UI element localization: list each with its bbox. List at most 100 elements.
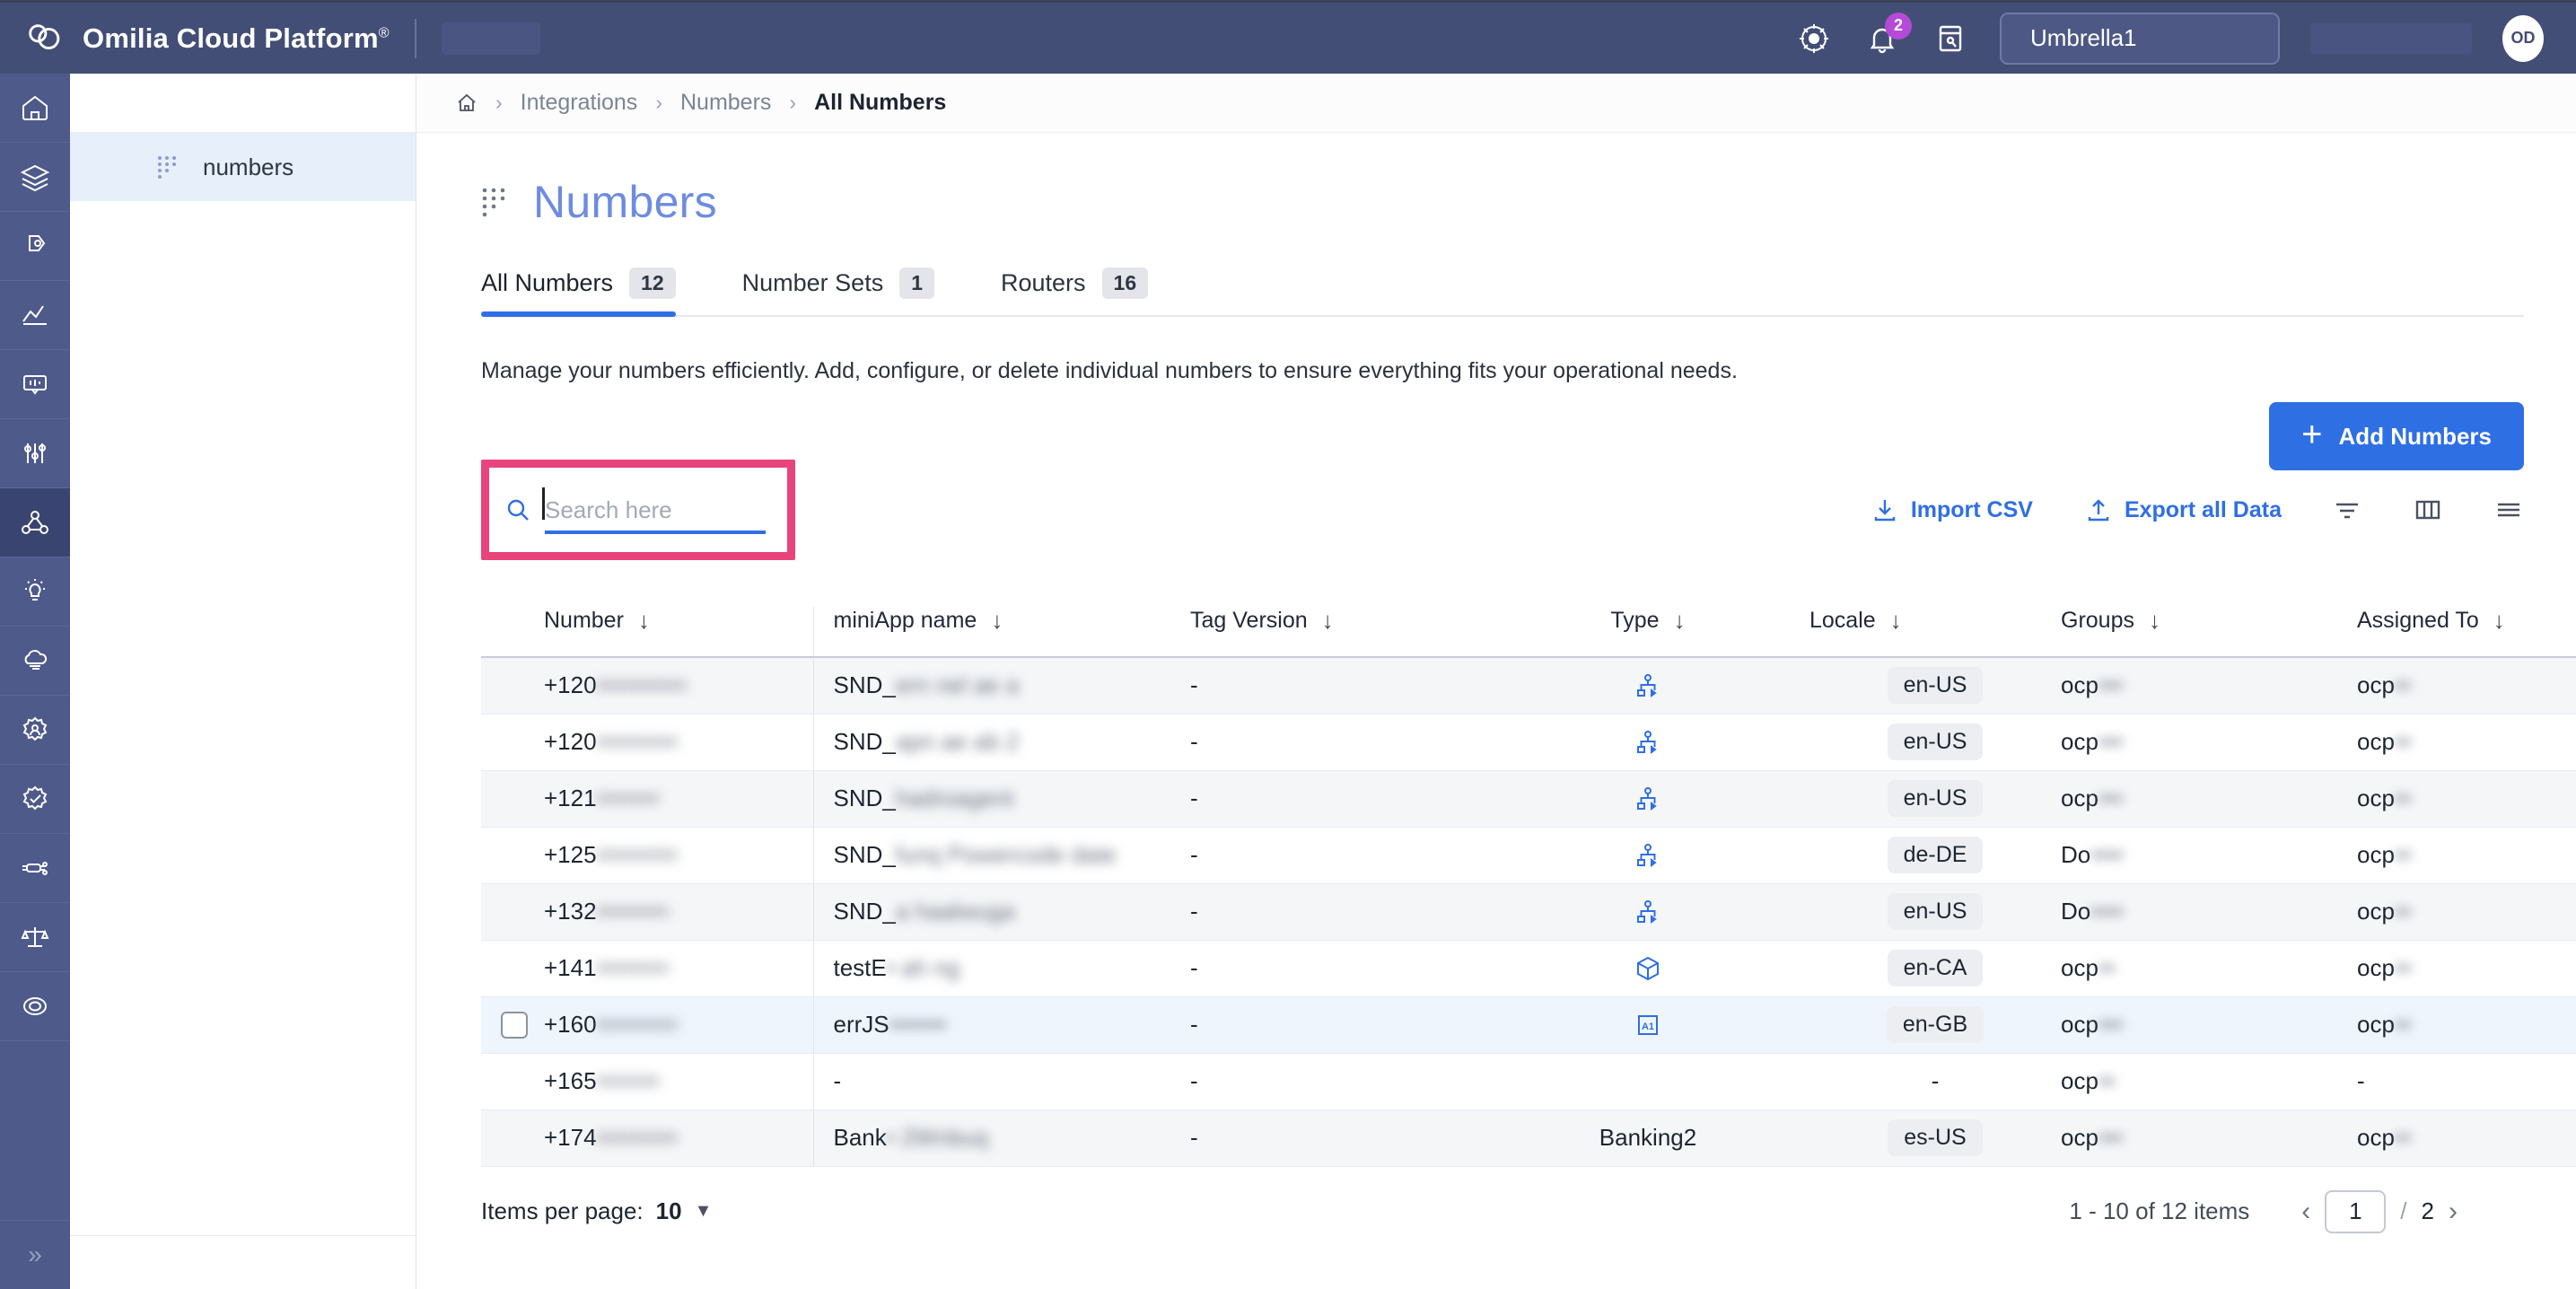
row-select-cell[interactable] [481,827,544,884]
sidebar-item-conversations[interactable] [0,350,70,419]
tab-number-sets[interactable]: Number Sets 1 [742,267,965,317]
numbers-table-container: Number ↓ miniApp name ↓ Tag Version ↓ Type ↓… [481,607,2576,1167]
sidebar-item-support[interactable] [0,972,70,1041]
miniapp-value: SND_ [833,728,896,755]
subnav-header-spacer [70,74,416,133]
sidebar-item-insights[interactable] [0,557,70,627]
row-select-cell[interactable] [481,883,544,941]
menu-icon[interactable] [2493,495,2524,525]
previous-page-button[interactable]: ‹ [2287,1197,2325,1227]
upload-icon [2085,496,2112,523]
table-row[interactable]: +160••••••••• errJS••••••• - A1 en-GB ocp••• o… [481,996,2576,1054]
table-row[interactable]: +120••••••••• SND_apn ae ab 2- en-US ocp•••… [481,714,2576,771]
brand-logo-group[interactable]: Omilia Cloud Platform® [23,18,390,59]
sidebar-item-cloud[interactable] [0,627,70,696]
row-select-cell[interactable] [481,996,544,1054]
table-row[interactable]: +132•••••••• SND_a haalwuga - en-US Do•••• oc… [481,883,2576,941]
row-select-cell[interactable] [481,770,544,828]
breadcrumb-item-integrations[interactable]: Integrations [521,90,638,116]
cell-number: +120•••••••••• [544,657,813,715]
cell-groups: Do•••• [2061,827,2357,884]
sidebar-item-layers[interactable] [0,143,70,212]
sidebar-item-compliance[interactable] [0,903,70,972]
items-per-page-selector[interactable]: Items per page: 10 ▼ [481,1197,712,1225]
breadcrumb-item-numbers[interactable]: Numbers [680,90,771,116]
search-input[interactable] [545,495,771,524]
row-checkbox[interactable] [501,1011,528,1039]
number-value: +120 [544,728,597,755]
tab-routers[interactable]: Routers 16 [1001,267,1178,317]
breadcrumb-home-icon[interactable] [456,92,478,114]
notification-bell-icon[interactable]: 2 [1863,12,1912,57]
sidebar-item-tuning[interactable] [0,419,70,488]
locale-value: - [1931,1067,1940,1094]
cell-assigned-to: ocp•• [2357,770,2576,828]
search-box[interactable] [489,468,787,552]
column-assigned-to[interactable]: Assigned To ↓ [2357,607,2576,658]
group-value-redacted: ••• [2098,1124,2124,1151]
export-all-data-button[interactable]: Export all Data [2085,496,2282,523]
miniapp-value: SND_ [833,671,896,699]
column-number[interactable]: Number ↓ [544,607,813,658]
cell-number: +121••••••• [544,770,813,828]
cell-type [1486,657,1809,715]
sidebar-item-home[interactable] [0,74,70,143]
lifebuoy-support-icon [20,991,50,1022]
column-tag-version[interactable]: Tag Version ↓ [1190,607,1486,658]
cell-miniapp-name: - [812,1053,1190,1110]
help-icon[interactable] [1795,20,1833,57]
sidebar-item-automation[interactable] [0,834,70,903]
avatar-initials: OD [2510,29,2536,47]
column-miniapp-name[interactable]: miniApp name ↓ [812,607,1190,658]
assigned-value-redacted: •• [2394,671,2412,699]
cell-tag-version: - [1190,1053,1486,1110]
next-page-button[interactable]: › [2434,1197,2472,1227]
row-select-cell[interactable] [481,1053,544,1110]
tab-label: Routers [1001,269,1086,296]
assigned-value: ocp [2357,728,2395,755]
current-page-input[interactable]: 1 [2325,1189,2387,1233]
row-select-cell[interactable] [481,1109,544,1167]
table-row[interactable]: +174••••••••• Bank• 2Wnbuq - Banking2 es-US o… [481,1109,2576,1167]
cell-miniapp-name: SND_apn ae ab 2 [812,714,1190,771]
column-type[interactable]: Type ↓ [1486,607,1809,658]
column-groups[interactable]: Groups ↓ [2061,607,2357,658]
text-caret [542,487,545,520]
pagination-range: 1 - 10 of 12 items [2069,1197,2250,1224]
number-value-redacted: •••••••• [596,954,670,981]
row-select-cell[interactable] [481,714,544,771]
cell-locale: de-DE [1809,827,2061,884]
sidebar-item-analytics[interactable] [0,281,70,350]
row-select-cell[interactable] [481,940,544,997]
user-avatar[interactable]: OD [2502,14,2544,62]
columns-icon[interactable] [2413,495,2443,525]
number-value-redacted: ••••••• [596,1067,661,1094]
main-content-area: › Integrations › Numbers › All Numbers N… [416,74,2576,1289]
number-value-redacted: ••••••••• [596,728,679,755]
tenant-selector[interactable]: Umbrella1 [2000,12,2280,65]
items-per-page-label: Items per page: [481,1197,644,1224]
number-value-redacted: ••••••• [596,785,661,811]
tab-count-badge: 1 [899,267,934,299]
row-select-cell[interactable] [481,657,544,715]
table-row[interactable]: +121••••••• SND_hadroagent - en-US ocp••• ocp… [481,770,2576,828]
notes-icon[interactable] [1932,20,1969,57]
filter-icon[interactable] [2332,495,2362,525]
table-row[interactable]: +165••••••• - - - ocp•• - [481,1053,2576,1110]
sidebar-item-integrations[interactable] [0,488,70,557]
sidebar-item-identity[interactable] [0,696,70,765]
sidebar-item-voice-tag[interactable] [0,212,70,281]
sitemap-icon [1486,672,1809,699]
rail-expand-button[interactable]: » [0,1221,70,1289]
cell-assigned-to: - [2357,1053,2576,1110]
table-row[interactable]: +120•••••••••• SND_ern nel ae a - en-US ocp•… [481,657,2576,715]
import-csv-button[interactable]: Import CSV [1871,496,2033,523]
table-row[interactable]: +141•••••••• testE• ah ng - en-CA ocp•• ocp•• [481,940,2576,997]
miniapp-value-redacted: hadroagent [895,785,1014,811]
miniapp-value: SND_ [833,841,896,868]
table-row[interactable]: +125••••••••• SND_funq Powercode date - de-… [481,827,2576,884]
tab-all-numbers[interactable]: All Numbers 12 [481,267,706,317]
column-locale[interactable]: Locale ↓ [1809,607,2061,658]
sidebar-item-verification[interactable] [0,765,70,834]
subnav-item-numbers[interactable]: numbers [70,133,416,201]
